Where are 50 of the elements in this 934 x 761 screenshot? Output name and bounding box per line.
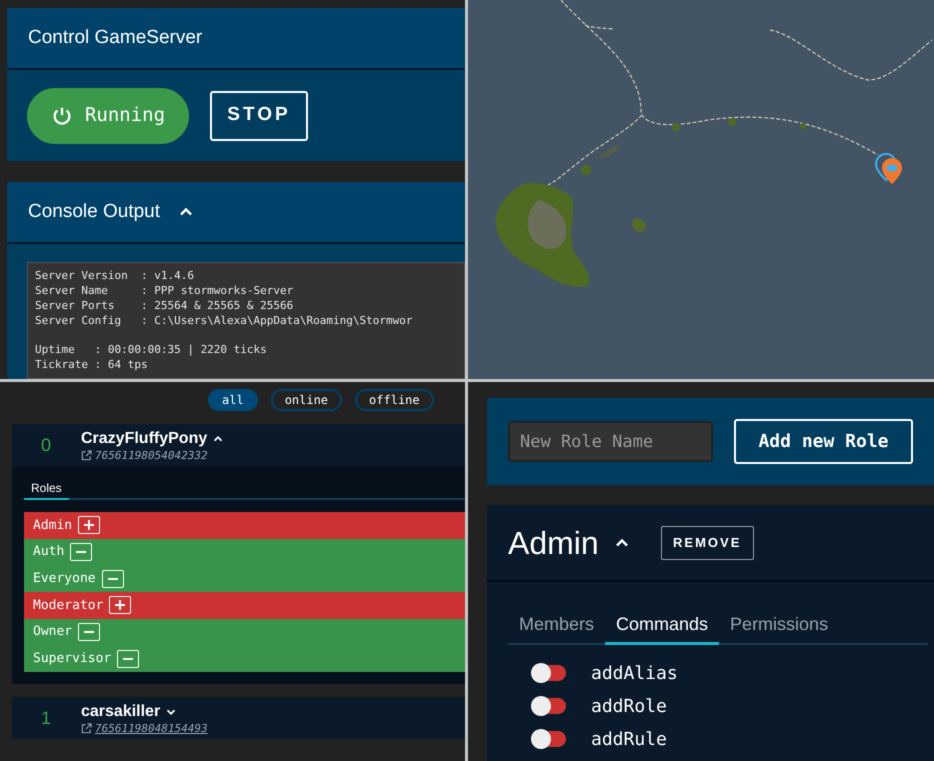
steam-id-link[interactable]: 76561198048154493	[95, 722, 208, 735]
remove-button[interactable]: REMOVE	[660, 526, 754, 560]
steam-id-link[interactable]: 76561198054042332	[95, 448, 208, 462]
remove-role-button[interactable]	[70, 543, 92, 562]
external-link-icon[interactable]	[81, 450, 92, 460]
command-name: addRole	[591, 694, 667, 718]
remove-role-button[interactable]	[78, 623, 100, 642]
console-line: Tickrate : 64 tps	[35, 357, 148, 372]
filter-chip[interactable]: offline	[355, 389, 434, 411]
toggle-switch[interactable]	[531, 698, 566, 714]
tab[interactable]: Roles	[24, 478, 69, 500]
plus-icon	[114, 599, 126, 612]
add-role-button[interactable]	[78, 516, 100, 534]
status-button[interactable]: Running	[27, 88, 189, 144]
console-line: Server Config : C:\Users\Alexa\AppData\Roaming\Stormwor	[35, 313, 412, 328]
remove-role-button[interactable]	[102, 570, 124, 588]
filter-chip[interactable]: online	[270, 389, 342, 411]
role-name: Supervisor	[33, 650, 112, 668]
role-name: Moderator	[33, 596, 104, 615]
tab[interactable]: Members	[508, 606, 606, 645]
tab[interactable]: Permissions	[719, 606, 840, 645]
console-line: Server Version : v1.4.6	[35, 268, 194, 283]
panel-title: Control GameServer	[28, 26, 202, 50]
tab[interactable]: Commands	[605, 606, 720, 645]
command-name: addAlias	[591, 662, 678, 686]
filter-chip[interactable]: all	[208, 389, 258, 411]
add-role-button[interactable]	[109, 596, 132, 614]
toggle-switch[interactable]	[531, 731, 566, 747]
player-name: carsakiller	[81, 702, 160, 722]
player-index: 1	[40, 706, 52, 730]
stop-button[interactable]: STOP	[210, 90, 308, 140]
toggle-switch[interactable]	[531, 665, 566, 681]
role-title: Admin	[508, 524, 599, 562]
role-name: Everyone	[33, 570, 96, 588]
external-link-icon[interactable]	[81, 722, 92, 734]
plus-icon	[83, 519, 96, 532]
player-index: 0	[40, 434, 52, 456]
role-name: Admin	[33, 516, 72, 535]
console-line: Server Name : PPP stormworks-Server	[35, 283, 294, 298]
remove-role-button[interactable]	[117, 650, 140, 668]
command-name: addRule	[591, 728, 667, 752]
role-name: Owner	[33, 623, 72, 642]
console-line: Uptime : 00:00:00:35 | 2220 ticks	[35, 342, 267, 357]
player-name: CrazyFluffyPony	[81, 428, 208, 448]
add-role-button[interactable]: Add new Role	[734, 419, 913, 464]
role-name: Auth	[33, 543, 64, 562]
console-line: Server Ports : 25564 & 25565 & 25566	[35, 298, 294, 313]
panel-title: Console Output	[28, 200, 160, 224]
location-pin-icon	[875, 153, 905, 185]
role-name-input[interactable]: New Role Name	[508, 421, 713, 462]
